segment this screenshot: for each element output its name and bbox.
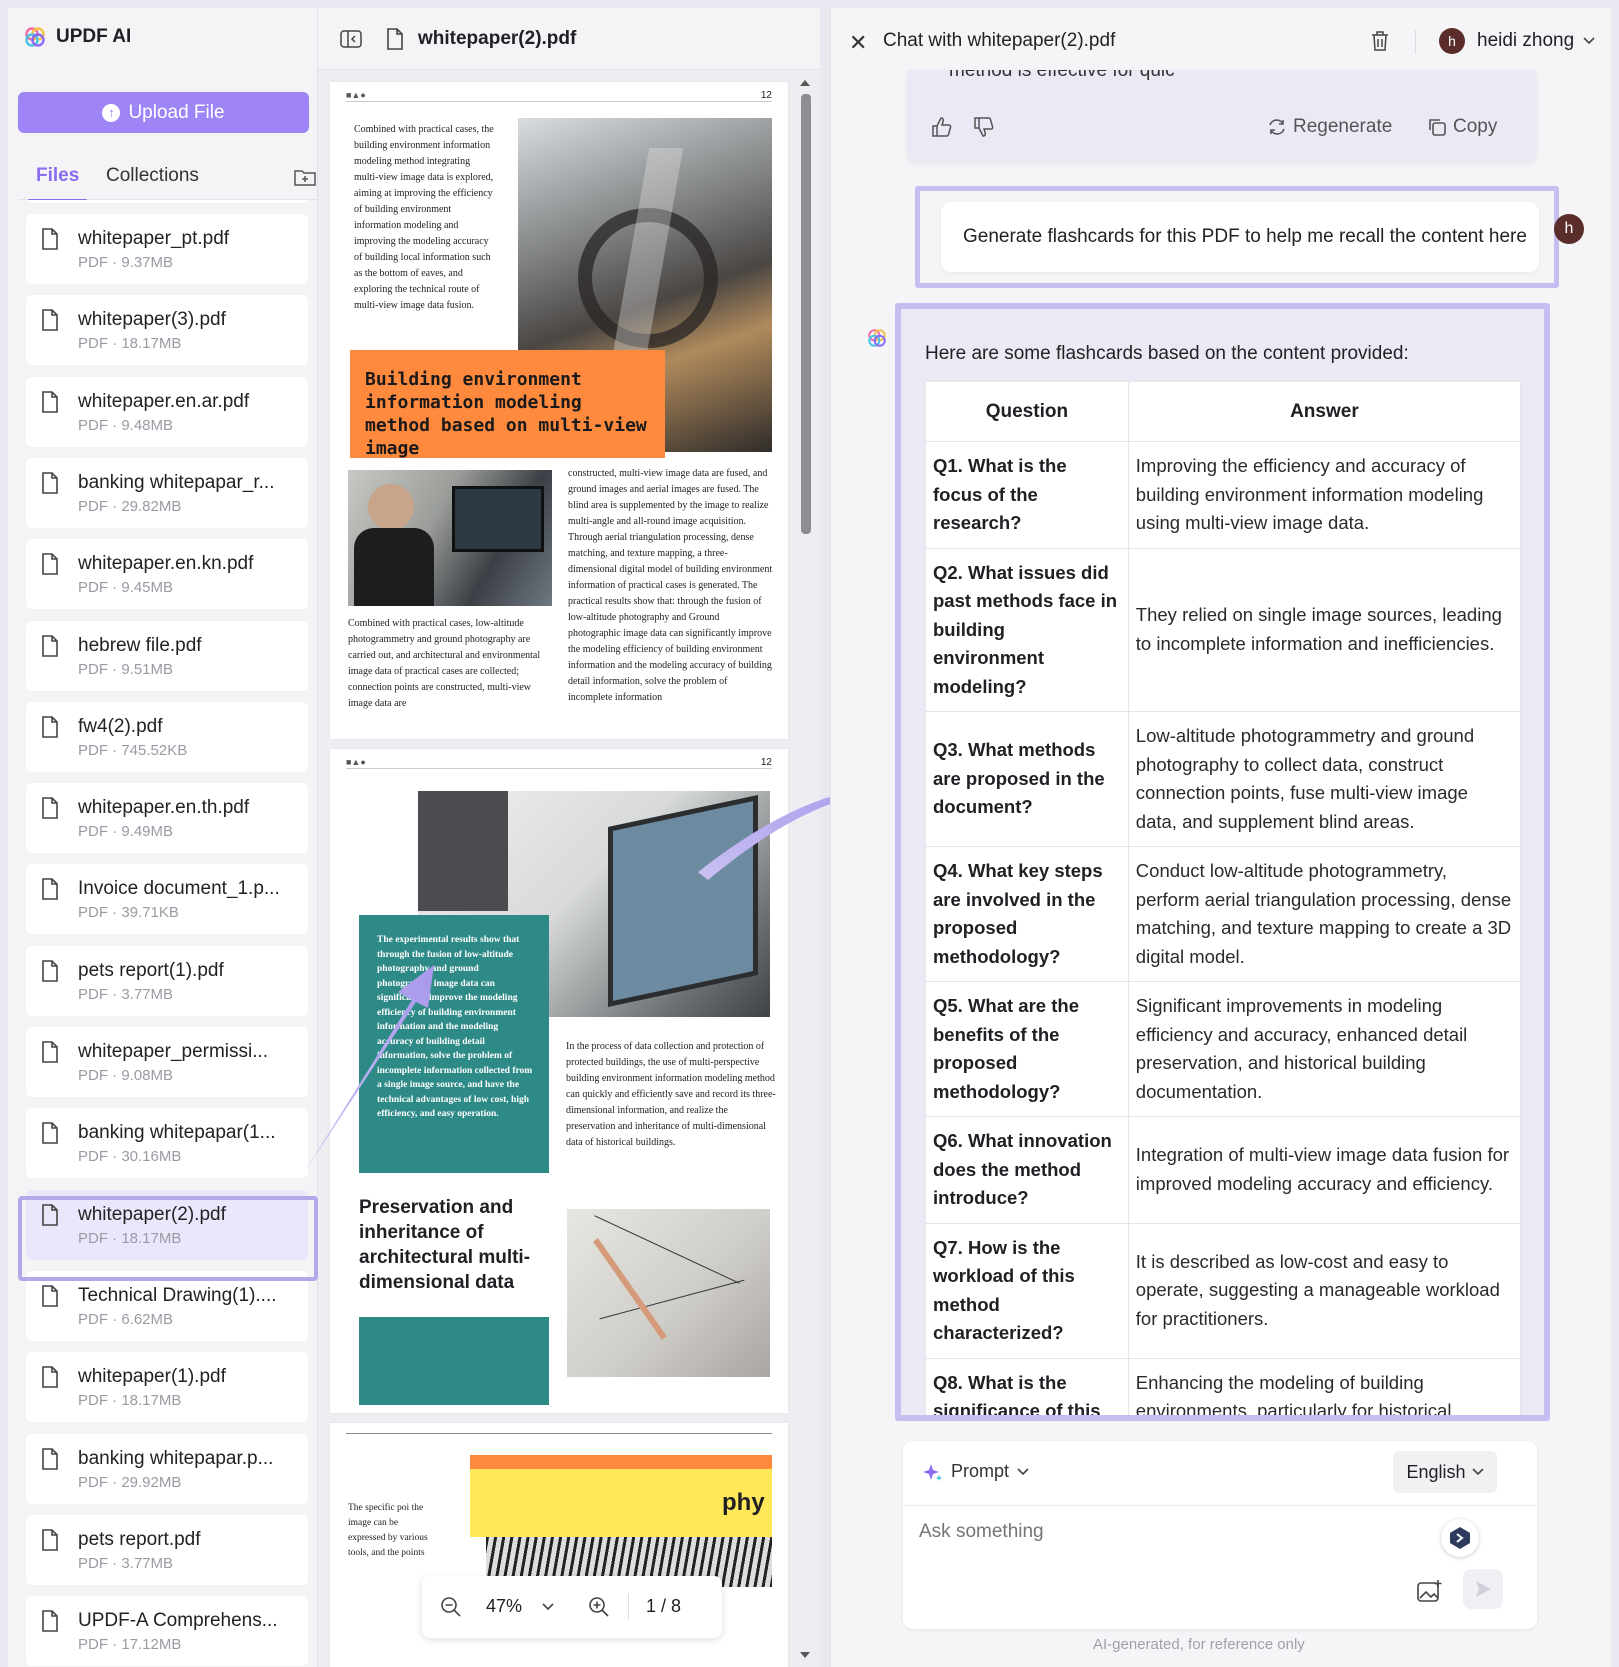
table-row: Q1. What is the focus of the research? Im… xyxy=(925,441,1522,549)
regenerate-button[interactable]: Regenerate xyxy=(1267,116,1392,138)
user-message-text: Generate flashcards for this PDF to help… xyxy=(963,226,1527,247)
flashcard-answer: Conduct low-altitude photogrammetry, per… xyxy=(1127,846,1522,982)
flashcard-table: Question Answer Q1. What is the focus of… xyxy=(925,381,1522,1415)
table-row: Q2. What issues did past methods face in… xyxy=(925,547,1522,712)
table-header-answer: Answer xyxy=(1127,381,1522,442)
language-label: English xyxy=(1406,1461,1466,1482)
chat-title: Chat with whitepaper(2).pdf xyxy=(883,30,1116,51)
input-divider xyxy=(903,1505,1537,1506)
flashcard-question: Q6. What innovation does the method intr… xyxy=(925,1116,1129,1224)
table-row: Q7. How is the workload of this method c… xyxy=(925,1222,1522,1359)
table-header-question: Question xyxy=(925,381,1129,442)
flashcard-question: Q2. What issues did past methods face in… xyxy=(925,547,1129,712)
ask-input[interactable] xyxy=(919,1521,1419,1543)
flashcard-question: Q3. What methods are proposed in the doc… xyxy=(925,711,1129,847)
trash-icon[interactable] xyxy=(1371,30,1389,52)
flashcard-answer: Enhancing the modeling of building envir… xyxy=(1127,1357,1522,1415)
table-row: Q5. What are the benefits of the propose… xyxy=(925,981,1522,1117)
sparkle-icon xyxy=(923,1463,942,1481)
flashcard-question: Q8. What is the significance of this xyxy=(925,1357,1129,1415)
language-select[interactable]: English xyxy=(1393,1451,1497,1493)
table-row: Q4. What key steps are involved in the p… xyxy=(925,846,1522,982)
chat-input-area: Prompt English xyxy=(903,1441,1537,1629)
flashcard-question: Q5. What are the benefits of the propose… xyxy=(925,981,1129,1117)
chevron-down-icon xyxy=(1471,1468,1484,1476)
ai-assist-button[interactable] xyxy=(1441,1519,1479,1557)
user-message-bubble: Generate flashcards for this PDF to help… xyxy=(941,202,1539,272)
table-row: Q8. What is the significance of this Enha… xyxy=(925,1357,1522,1415)
image-upload-icon[interactable] xyxy=(1417,1579,1443,1603)
send-icon xyxy=(1476,1581,1491,1597)
flashcard-question: Q4. What key steps are involved in the p… xyxy=(925,846,1129,982)
copy-button[interactable]: Copy xyxy=(1427,116,1497,138)
prompt-button[interactable]: Prompt xyxy=(923,1461,1029,1482)
ai-intro-text: Here are some flashcards based on the co… xyxy=(925,343,1409,364)
flashcard-question: Q1. What is the focus of the research? xyxy=(925,441,1129,549)
previous-response-text: method is effective for quic xyxy=(949,70,1175,81)
close-icon[interactable]: ✕ xyxy=(849,30,867,56)
flashcard-answer: It is described as low-cost and easy to … xyxy=(1127,1222,1522,1359)
thumbs-up-icon[interactable] xyxy=(931,116,953,138)
copy-label: Copy xyxy=(1453,116,1498,137)
flashcard-answer: They relied on single image sources, lea… xyxy=(1127,547,1522,712)
ai-disclaimer: AI-generated, for reference only xyxy=(1093,1636,1305,1653)
chevron-down-icon[interactable] xyxy=(1583,36,1595,46)
table-row: Q6. What innovation does the method intr… xyxy=(925,1116,1522,1224)
flashcard-question: Q7. How is the workload of this method c… xyxy=(925,1222,1129,1359)
regenerate-label: Regenerate xyxy=(1293,116,1393,137)
ai-assist-icon xyxy=(1450,1527,1470,1549)
send-button[interactable] xyxy=(1463,1569,1503,1609)
chevron-down-icon xyxy=(1017,1467,1029,1475)
flashcard-answer: Significant improvements in modeling eff… xyxy=(1127,981,1522,1117)
arrow-to-thumbnail xyxy=(302,965,434,1176)
previous-ai-response: method is effective for quic Regenerate … xyxy=(907,70,1536,162)
ai-response-card: Here are some flashcards based on the co… xyxy=(895,303,1550,1421)
flashcard-answer: Low-altitude photogrammetry and ground p… xyxy=(1127,711,1522,847)
thumbs-down-icon[interactable] xyxy=(973,116,995,138)
user-name[interactable]: heidi zhong xyxy=(1477,30,1574,52)
user-message-avatar: h xyxy=(1554,214,1584,244)
ai-assistant-icon xyxy=(868,329,886,347)
table-row: Q3. What methods are proposed in the doc… xyxy=(925,711,1522,847)
flashcard-rows: Q1. What is the focus of the research? Im… xyxy=(925,441,1522,1415)
avatar[interactable]: h xyxy=(1439,28,1465,54)
prompt-label: Prompt xyxy=(951,1461,1010,1481)
chat-header: ✕ Chat with whitepaper(2).pdf h heidi zh… xyxy=(831,8,1612,72)
ai-chat-panel: ✕ Chat with whitepaper(2).pdf h heidi zh… xyxy=(830,8,1611,1667)
flashcard-answer: Integration of multi-view image data fus… xyxy=(1127,1116,1522,1224)
copy-icon xyxy=(1429,119,1446,136)
flashcard-answer: Improving the efficiency and accuracy of… xyxy=(1127,441,1522,549)
regenerate-icon xyxy=(1269,119,1285,135)
